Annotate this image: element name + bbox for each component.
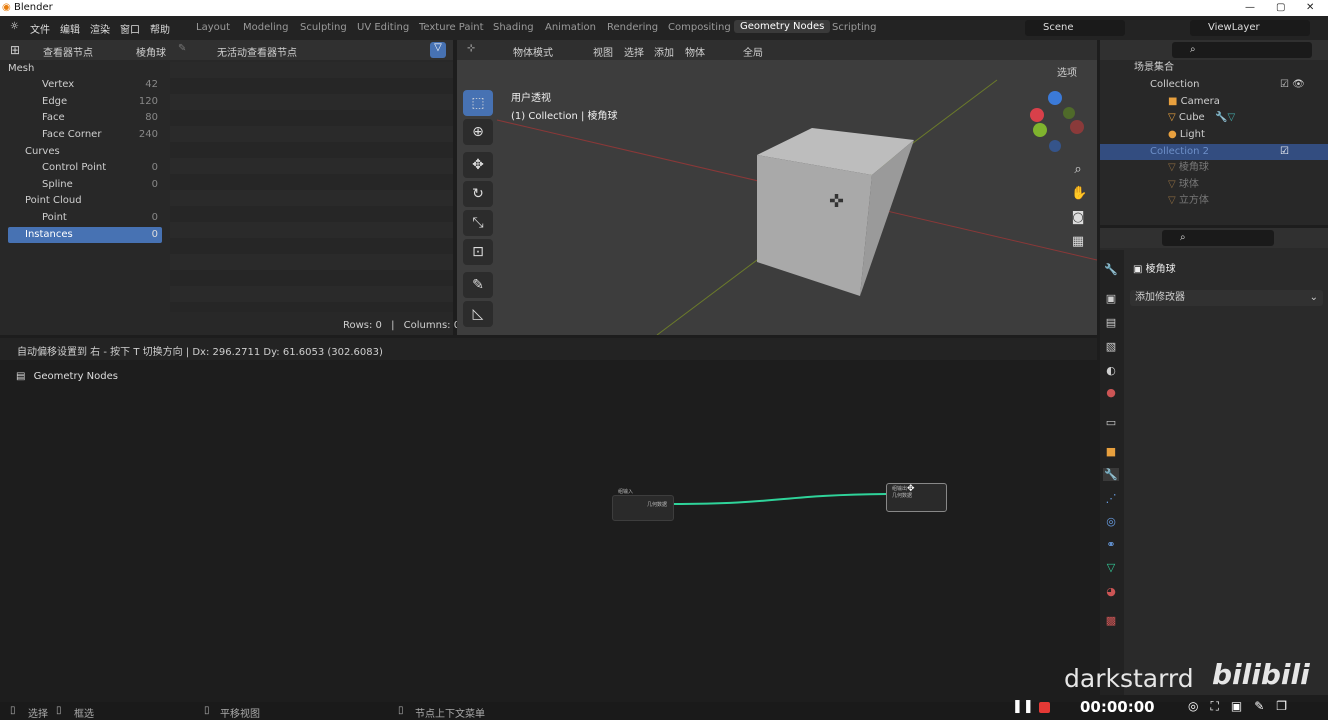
row-label: Collection 2	[1150, 146, 1210, 157]
mesh-icon: ▽	[1168, 179, 1179, 190]
chevron-down-icon: ⌄	[1309, 292, 1318, 303]
object-name: 棱角球	[1145, 264, 1176, 275]
view-layer-tab-icon[interactable]: ▧	[1103, 340, 1119, 353]
physics-tab-icon[interactable]: ◎	[1103, 515, 1119, 528]
node-socket-label: 几何数据	[646, 502, 667, 508]
camera-icon: ■	[1168, 96, 1181, 107]
row-label: Collection	[1150, 79, 1200, 90]
texture-tab-icon[interactable]: ▩	[1103, 614, 1119, 627]
mouse-drag-icon: ▯	[56, 705, 62, 716]
outliner-row[interactable]: ■ Camera	[1100, 94, 1328, 110]
outliner-scene-collection[interactable]: 场景集合	[1100, 60, 1328, 76]
add-modifier-button[interactable]: 添加修改器 ⌄	[1130, 290, 1323, 306]
status-select: 选择	[28, 709, 48, 720]
outliner-row[interactable]: ▽ 球体	[1100, 177, 1328, 193]
close-button[interactable]: ✕	[1306, 0, 1314, 16]
data-tab-icon[interactable]: ▽	[1103, 561, 1119, 574]
mouse-middle-icon: ▯	[204, 705, 210, 716]
watermark-author: darkstarrd	[1064, 664, 1194, 693]
constraints-tab-icon[interactable]: ⚭	[1103, 538, 1119, 551]
render-tab-icon[interactable]: ▣	[1103, 292, 1119, 305]
mouse-left-icon: ▯	[10, 705, 16, 716]
mesh-icon: ▽	[1168, 195, 1179, 206]
properties-object: ▣ 棱角球	[1133, 260, 1176, 275]
tool-tab-icon[interactable]: 🔧	[1103, 263, 1119, 276]
row-label: Light	[1179, 129, 1205, 140]
row-label: 场景集合	[1134, 62, 1174, 73]
row-label: 球体	[1178, 179, 1199, 190]
outliner-row-selected[interactable]: Collection 2 ☑	[1100, 144, 1328, 160]
outliner-row[interactable]: ▽ 棱角球	[1100, 160, 1328, 176]
mouse-right-icon: ▯	[398, 705, 404, 716]
row-label: Cube	[1178, 112, 1205, 123]
scene-tab-icon[interactable]: ◐	[1103, 364, 1119, 377]
outliner-row[interactable]: Collection ☑ 👁	[1100, 77, 1328, 93]
object-icon: ▣	[1133, 264, 1146, 275]
node-title: 组输入	[618, 489, 634, 495]
node-links	[671, 493, 888, 505]
minimize-button[interactable]: —	[1245, 0, 1255, 16]
add-modifier-label: 添加修改器	[1135, 292, 1185, 303]
status-context-menu: 节点上下文菜单	[415, 709, 485, 720]
group-input-node[interactable]: 组输入 几何数据	[612, 489, 674, 521]
row-label: Camera	[1180, 96, 1220, 107]
row-label: 棱角球	[1178, 162, 1209, 173]
output-tab-icon[interactable]: ▤	[1103, 316, 1119, 329]
row-label: 立方体	[1178, 195, 1209, 206]
outliner-row[interactable]: ▽ 立方体	[1100, 193, 1328, 209]
light-icon: ●	[1168, 129, 1180, 140]
outliner-row[interactable]: ▽ Cube 🔧▽	[1100, 110, 1328, 126]
status-pan-view: 平移视图	[220, 709, 260, 720]
status-box-select: 框选	[74, 709, 94, 720]
view-layer-selector[interactable]: ViewLayer	[1190, 20, 1310, 36]
record-timer: 00:00:00	[1080, 698, 1155, 716]
outliner-header: ⌕	[1100, 40, 1328, 60]
particles-tab-icon[interactable]: ⋰	[1103, 492, 1119, 505]
recorder-controls[interactable]: ◎⛶▣✎❐	[1188, 699, 1299, 714]
mesh-icon: ▽	[1168, 112, 1179, 123]
world-tab-icon[interactable]: ●	[1103, 386, 1119, 399]
record-stop-button[interactable]	[1039, 702, 1050, 713]
properties-header: ⌕	[1100, 228, 1328, 248]
modifier-icon: 🔧▽	[1215, 112, 1236, 123]
collection-tab-icon[interactable]: ▭	[1103, 416, 1119, 429]
outliner-row[interactable]: ● Light	[1100, 127, 1328, 143]
pause-button[interactable]: ❚❚	[1012, 699, 1034, 714]
bilibili-logo: bilibili	[1212, 658, 1310, 691]
material-tab-icon[interactable]: ◕	[1103, 585, 1119, 598]
object-tab-icon[interactable]: ■	[1103, 445, 1119, 458]
properties-search[interactable]: ⌕	[1162, 230, 1274, 246]
group-output-node[interactable]: 组输出 几何数据 ✥	[886, 483, 947, 512]
move-cursor-icon: ✥	[907, 484, 915, 494]
outliner-search[interactable]: ⌕	[1172, 42, 1312, 58]
node-title: 组输出	[892, 486, 908, 492]
mesh-icon: ▽	[1168, 162, 1179, 173]
modifier-tab-icon[interactable]: 🔧	[1103, 468, 1119, 481]
maximize-button[interactable]: ▢	[1276, 0, 1285, 16]
checkbox[interactable]: ☑	[1280, 144, 1289, 160]
checkbox[interactable]: ☑ 👁	[1280, 77, 1305, 93]
node-link	[671, 493, 888, 505]
